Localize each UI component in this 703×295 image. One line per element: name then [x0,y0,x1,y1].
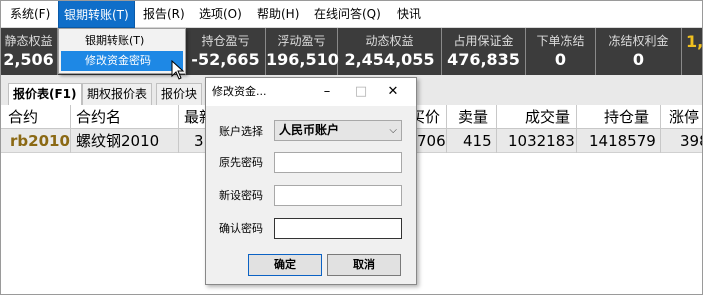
confirm-password-label: 确认密码 [219,222,263,235]
column-divider [70,105,71,153]
account-select-value: 人民币账户 [279,123,340,137]
new-password-field[interactable] [274,185,402,206]
new-password-label: 新设密码 [219,189,263,202]
stat-truncated: 1, [682,28,703,75]
stat-label: 静态权益 [4,34,53,48]
cell-limit-up: 398 [680,132,703,150]
cell-latest: 3 [194,132,204,150]
stat-value: 1, [686,32,703,51]
stat-order-frozen: 下单冻结 0 [526,28,596,75]
stat-dynamic-equity: 动态权益 2,454,055 [338,28,442,75]
chevron-down-icon: ⌵ [389,125,397,136]
col-contract[interactable]: 合约 [8,105,38,129]
cancel-button[interactable]: 取消 [327,254,401,276]
stat-frozen-premium: 冻结权利金 0 [596,28,682,75]
maximize-icon[interactable]: □ [344,78,378,106]
stat-value: 2,454,055 [344,50,435,69]
menubar: 系统(F) 银期转账(T) 报告(R) 选项(O) 帮助(H) 在线问答(Q) … [0,0,703,28]
confirm-password-field[interactable] [274,218,402,239]
menu-report[interactable]: 报告(R) [143,0,185,28]
menu-options[interactable]: 选项(O) [199,0,242,28]
column-divider [660,105,661,153]
mouse-cursor-icon [171,60,185,80]
column-divider [446,105,447,153]
stat-label: 浮动盈亏 [277,34,326,48]
column-divider [178,105,179,153]
stat-margin-used: 占用保证金 476,835 [442,28,526,75]
old-password-field[interactable] [274,152,402,173]
ok-button[interactable]: 确定 [248,254,322,276]
dialog-title: 修改资金... [212,85,267,98]
col-buy-price[interactable]: 买价 [416,105,440,129]
cell-ask-volume: 415 [463,132,492,150]
change-fund-password-dialog: 修改资金... – □ ✕ 账户选择 人民币账户 ⌵ 原先密码 新设密码 确认密… [205,77,417,285]
minimize-icon[interactable]: – [310,78,344,106]
stat-static-equity: 静态权益 2,506 [0,28,58,75]
stat-value: 0 [632,50,645,69]
tab-option-quote-table[interactable]: 期权报价表 [82,83,153,105]
old-password-label: 原先密码 [219,156,263,169]
stat-position-pnl: 持仓盈亏 -52,665 [186,28,266,75]
menu-bank-futures-transfer[interactable]: 银期转账(T) [58,0,135,28]
stat-label: 下单冻结 [536,34,585,48]
col-limit-up[interactable]: 涨停 [669,105,703,129]
menu-news-flash[interactable]: 快讯 [397,0,421,28]
stat-label: 占用保证金 [453,34,514,48]
dropdown-item-bank-futures-transfer[interactable]: 银期转账(T) [61,31,183,51]
col-contract-name[interactable]: 合约名 [76,105,121,129]
cell-open-interest: 1418579 [589,132,656,150]
col-ask-volume[interactable]: 卖量 [458,105,488,129]
close-icon[interactable]: ✕ [376,78,410,106]
account-select-label: 账户选择 [219,125,263,138]
col-open-interest[interactable]: 持仓量 [604,105,649,129]
stat-floating-pnl: 浮动盈亏 196,510 [266,28,339,75]
stat-value: 2,506 [3,50,54,69]
cell-name: 螺纹钢2010 [76,132,160,150]
stat-value: 0 [554,50,567,69]
stat-value: 196,510 [266,50,339,69]
cell-buy-price: 706 [417,132,446,150]
stat-value: -52,665 [191,50,260,69]
menu-help[interactable]: 帮助(H) [257,0,299,28]
account-select[interactable]: 人民币账户 ⌵ [274,120,402,141]
stat-label: 持仓盈亏 [201,34,250,48]
dialog-titlebar[interactable]: 修改资金... – □ ✕ [206,78,416,106]
cell-code: rb2010 [10,132,70,150]
stat-value: 476,835 [447,50,520,69]
col-volume[interactable]: 成交量 [525,105,570,129]
column-divider [576,105,577,153]
dropdown-item-change-fund-password[interactable]: 修改资金密码 [61,51,183,71]
stat-label: 冻结权利金 [608,34,669,48]
tab-quote-table[interactable]: 报价表(F1) [8,83,82,106]
transfer-dropdown-menu: 银期转账(T) 修改资金密码 [58,28,186,74]
stat-label: 动态权益 [365,34,414,48]
menu-online-qa[interactable]: 在线问答(Q) [314,0,381,28]
tab-quote-block[interactable]: 报价块 [156,83,203,105]
column-divider [496,105,497,153]
menu-system[interactable]: 系统(F) [10,0,50,28]
cell-volume: 1032183 [508,132,575,150]
